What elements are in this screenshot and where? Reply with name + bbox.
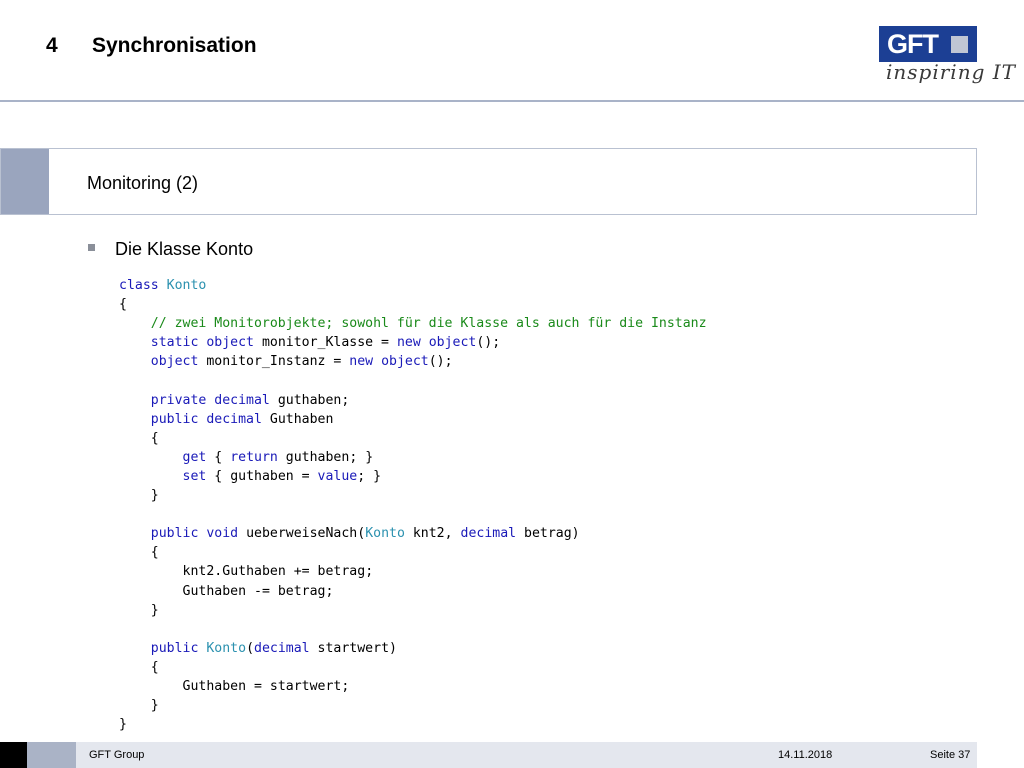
code-line: Guthaben = startwert; [182, 678, 350, 694]
code-line: knt2.Guthaben += betrag; [182, 564, 374, 580]
code-line: private decimal guthaben; [150, 392, 350, 408]
code-line: { [119, 659, 159, 675]
footer-company: GFT Group [89, 749, 145, 761]
code-block: class Konto { // zwei Monitorobjekte; so… [119, 276, 707, 734]
logo-square-icon [951, 36, 968, 53]
footer-page-number: Seite 37 [930, 749, 971, 761]
code-line: Guthaben -= betrag; [182, 583, 334, 599]
subtitle-bar: Monitoring (2) [0, 148, 977, 215]
section-number: 4 [46, 34, 58, 57]
footer-bar [76, 742, 977, 768]
code-line: { [119, 430, 159, 446]
code-line: } [119, 602, 159, 618]
bullet-square-icon [88, 243, 95, 251]
code-line: get { return guthaben; } [182, 449, 374, 465]
footer-black-block [0, 742, 27, 768]
code-line: { [119, 297, 127, 313]
code-line: // zwei Monitorobjekte; sowohl für die K… [150, 316, 707, 332]
code-line: public void ueberweiseNach(Konto knt2, d… [150, 526, 580, 542]
slide-header: 4 Synchronisation GFT inspiring IT [0, 0, 1024, 102]
code-line: object monitor_Instanz = new object(); [150, 354, 453, 370]
code-line: set { guthaben = value; } [182, 468, 382, 484]
code-line: public Konto(decimal startwert) [150, 640, 397, 656]
footer-grey-block [27, 742, 76, 768]
subtitle-accent-block [1, 149, 49, 214]
code-line: static object monitor_Klasse = new objec… [150, 335, 501, 351]
code-line: class Konto [119, 278, 207, 293]
code-line: { [119, 545, 159, 561]
bullet-text: Die Klasse Konto [115, 239, 254, 259]
code-line: } [119, 717, 127, 733]
code-line: public decimal Guthaben [150, 411, 334, 427]
header-divider [0, 100, 1024, 102]
logo-text: GFT [887, 29, 939, 59]
subtitle-text: Monitoring (2) [87, 173, 199, 193]
bullet-item: Die Klasse Konto [88, 239, 253, 260]
code-line: } [119, 698, 159, 714]
footer-date: 14.11.2018 [778, 749, 833, 761]
gft-logo: GFT [879, 26, 977, 62]
section-title: Synchronisation [92, 34, 257, 57]
slide-footer: GFT Group 14.11.2018 Seite 37 [0, 742, 1024, 768]
logo-tagline: inspiring IT [886, 60, 1016, 84]
code-line: } [119, 488, 159, 504]
